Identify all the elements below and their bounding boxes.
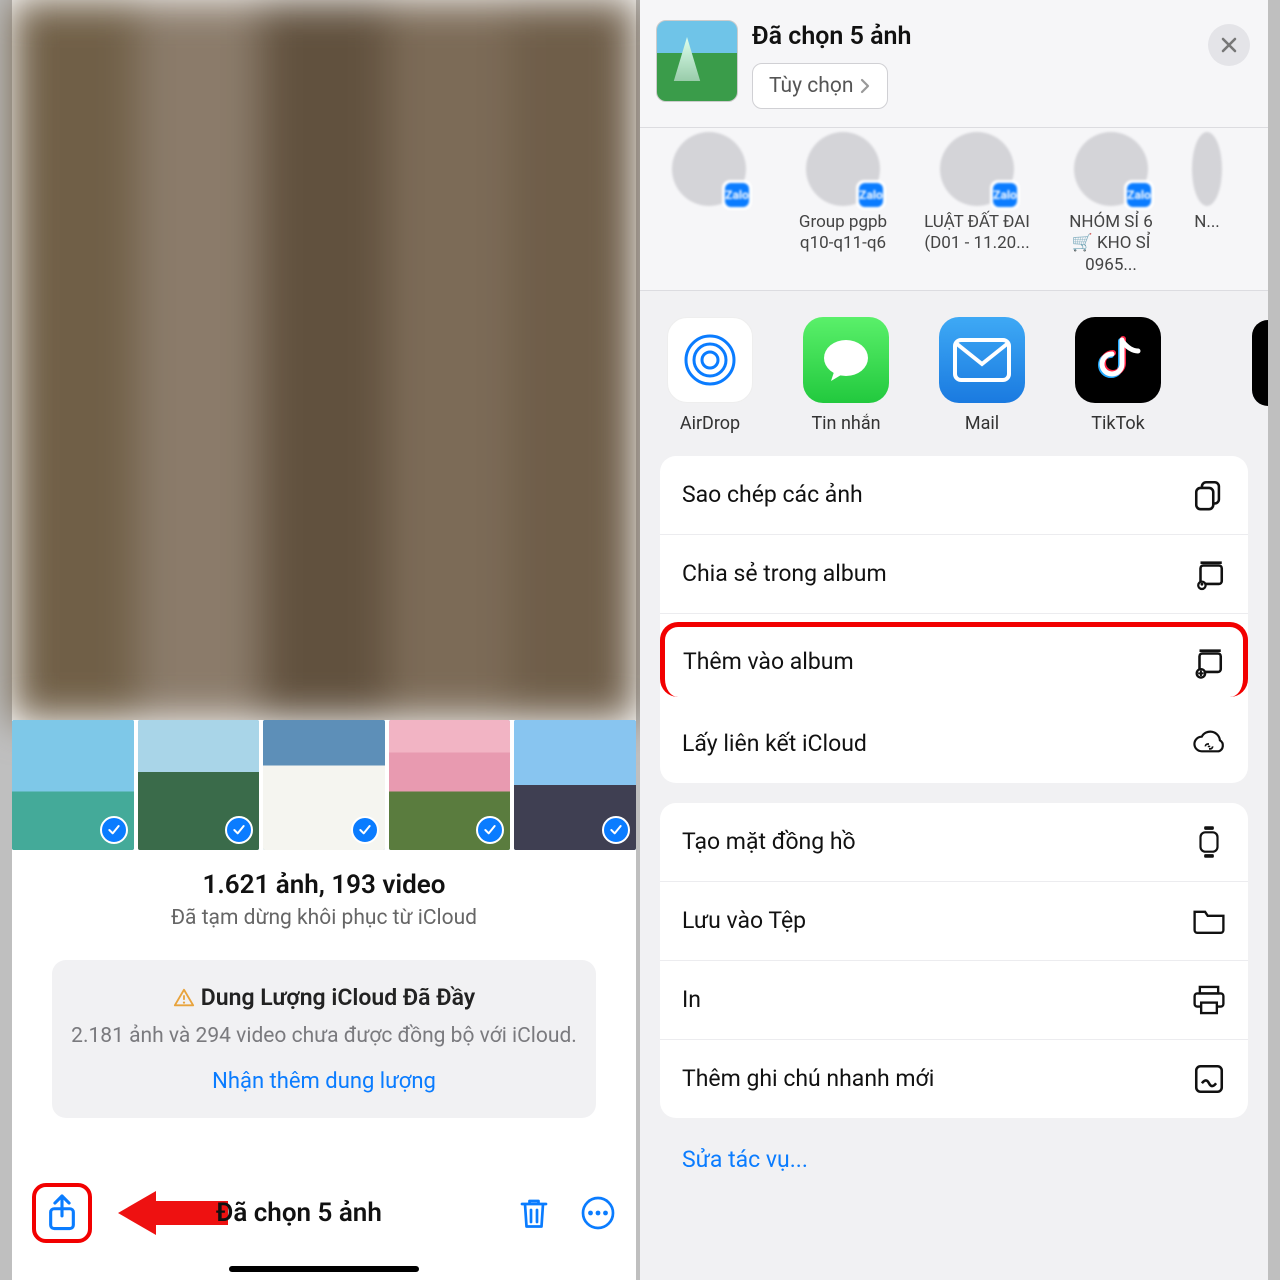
contact-item[interactable]: Zalo NHÓM SỈ 6 🛒 KHO SỈ 0965... [1058, 132, 1164, 276]
share-button[interactable] [32, 1183, 92, 1243]
action-label: In [682, 986, 701, 1013]
app-label: TikTok [1068, 413, 1168, 434]
app-airdrop[interactable]: AirDrop [660, 317, 760, 434]
add-album-icon [1191, 645, 1225, 679]
action-save-to-files[interactable]: Lưu vào Tệp [660, 882, 1248, 961]
action-label: Lấy liên kết iCloud [682, 730, 867, 757]
action-label: Sao chép các ảnh [682, 481, 863, 508]
app-tiktok[interactable]: TikTok [1068, 317, 1168, 434]
folder-icon [1192, 904, 1226, 938]
thumbnail[interactable] [514, 720, 636, 850]
thumbnail[interactable] [12, 720, 134, 850]
options-button[interactable]: Tùy chọn [752, 63, 888, 109]
photo-grid-blurred [12, 0, 636, 720]
action-group: Sao chép các ảnh Chia sẻ trong album Thê… [660, 456, 1248, 783]
warning-icon [173, 987, 195, 1009]
share-sheet-header: Đã chọn 5 ảnh Tùy chọn [640, 0, 1268, 128]
more-icon[interactable] [580, 1195, 616, 1231]
icloud-pause-text: Đã tạm dừng khôi phục từ iCloud [12, 906, 636, 930]
check-icon [225, 816, 253, 844]
app-messages[interactable]: Tin nhắn [796, 317, 896, 434]
icloud-storage-warning[interactable]: Dung Lượng iCloud Đã Đầy 2.181 ảnh và 29… [52, 960, 596, 1118]
action-add-to-album[interactable]: Thêm vào album [660, 622, 1248, 697]
thumbnail[interactable] [263, 720, 385, 850]
app-mail[interactable]: Mail [932, 317, 1032, 434]
action-share-in-album[interactable]: Chia sẻ trong album [660, 535, 1248, 614]
avatar: Zalo [1074, 132, 1148, 206]
tiktok-icon [1075, 317, 1161, 403]
icloud-warning-subtitle: 2.181 ảnh và 294 video chưa được đồng bộ… [70, 1021, 578, 1053]
contact-item[interactable]: Zalo [656, 132, 762, 276]
chevron-right-icon [859, 78, 871, 94]
apps-row[interactable]: AirDrop Tin nhắn Mail TikTok [640, 291, 1268, 448]
messages-icon [803, 317, 889, 403]
selected-thumbnails-strip [12, 720, 636, 850]
icloud-link-icon [1192, 727, 1226, 761]
check-icon [351, 816, 379, 844]
action-label: Thêm vào album [683, 648, 854, 675]
watch-icon [1192, 825, 1226, 859]
action-new-quick-note[interactable]: Thêm ghi chú nhanh mới [660, 1040, 1248, 1118]
tutorial-arrow-icon [108, 1185, 228, 1241]
action-copy-photos[interactable]: Sao chép các ảnh [660, 456, 1248, 535]
action-group: Tạo mặt đồng hồ Lưu vào Tệp In Thêm ghi … [660, 803, 1248, 1118]
airdrop-icon [667, 317, 753, 403]
contact-name: N... [1192, 212, 1222, 233]
close-icon [1219, 35, 1239, 55]
check-icon [602, 816, 630, 844]
share-sheet: Đã chọn 5 ảnh Tùy chọn Zalo Zalo Group p… [640, 0, 1280, 1280]
app-overflow-peek [1252, 320, 1268, 406]
edit-actions-link[interactable]: Sửa tác vụ... [660, 1138, 1248, 1181]
close-button[interactable] [1208, 24, 1250, 66]
library-counts: 1.621 ảnh, 193 video Đã tạm dừng khôi ph… [12, 870, 636, 930]
icloud-warning-title: Dung Lượng iCloud Đã Đầy [201, 984, 475, 1011]
avatar [1192, 132, 1222, 206]
action-label: Thêm ghi chú nhanh mới [682, 1065, 934, 1092]
copy-icon [1192, 478, 1226, 512]
share-icon [45, 1193, 79, 1233]
avatar: Zalo [806, 132, 880, 206]
photos-library-screen: 1.621 ảnh, 193 video Đã tạm dừng khôi ph… [0, 0, 640, 1280]
contacts-row[interactable]: Zalo Zalo Group pgpb q10-q11-q6 Zalo LUẬ… [640, 128, 1268, 291]
home-indicator [229, 1266, 419, 1272]
contact-item[interactable]: N... [1192, 132, 1222, 276]
avatar: Zalo [672, 132, 746, 206]
trash-icon[interactable] [516, 1195, 552, 1231]
count-text: 1.621 ảnh, 193 video [12, 870, 636, 900]
selection-count-label: Đã chọn 5 ảnh [216, 1198, 382, 1228]
thumbnail[interactable] [389, 720, 511, 850]
thumbnail[interactable] [138, 720, 260, 850]
contact-name: Group pgpb q10-q11-q6 [790, 212, 896, 255]
share-album-icon [1192, 557, 1226, 591]
contact-item[interactable]: Zalo LUẬT ĐẤT ĐAI (D01 - 11.20... [924, 132, 1030, 276]
action-print[interactable]: In [660, 961, 1248, 1040]
actions-list: Sao chép các ảnh Chia sẻ trong album Thê… [640, 448, 1268, 1201]
app-label: Tin nhắn [796, 413, 896, 434]
action-label: Chia sẻ trong album [682, 560, 887, 587]
note-icon [1192, 1062, 1226, 1096]
zalo-badge-icon: Zalo [856, 180, 886, 210]
zalo-badge-icon: Zalo [1124, 180, 1154, 210]
action-icloud-link[interactable]: Lấy liên kết iCloud [660, 705, 1248, 783]
mail-icon [939, 317, 1025, 403]
avatar: Zalo [940, 132, 1014, 206]
preview-thumbnail [656, 20, 738, 102]
app-label: Mail [932, 413, 1032, 434]
contact-item[interactable]: Zalo Group pgpb q10-q11-q6 [790, 132, 896, 276]
check-icon [100, 816, 128, 844]
contact-name: NHÓM SỈ 6 🛒 KHO SỈ 0965... [1058, 212, 1164, 276]
get-more-storage-link[interactable]: Nhận thêm dung lượng [70, 1069, 578, 1094]
zalo-badge-icon: Zalo [990, 180, 1020, 210]
bottom-toolbar: Đã chọn 5 ảnh [12, 1178, 636, 1248]
options-button-label: Tùy chọn [769, 74, 853, 98]
app-label: AirDrop [660, 413, 760, 434]
zalo-badge-icon: Zalo [722, 180, 752, 210]
share-sheet-title: Đã chọn 5 ảnh [752, 22, 911, 51]
contact-name: LUẬT ĐẤT ĐAI (D01 - 11.20... [924, 212, 1030, 255]
action-create-watch-face[interactable]: Tạo mặt đồng hồ [660, 803, 1248, 882]
action-label: Lưu vào Tệp [682, 907, 806, 934]
printer-icon [1192, 983, 1226, 1017]
action-label: Tạo mặt đồng hồ [682, 828, 856, 855]
